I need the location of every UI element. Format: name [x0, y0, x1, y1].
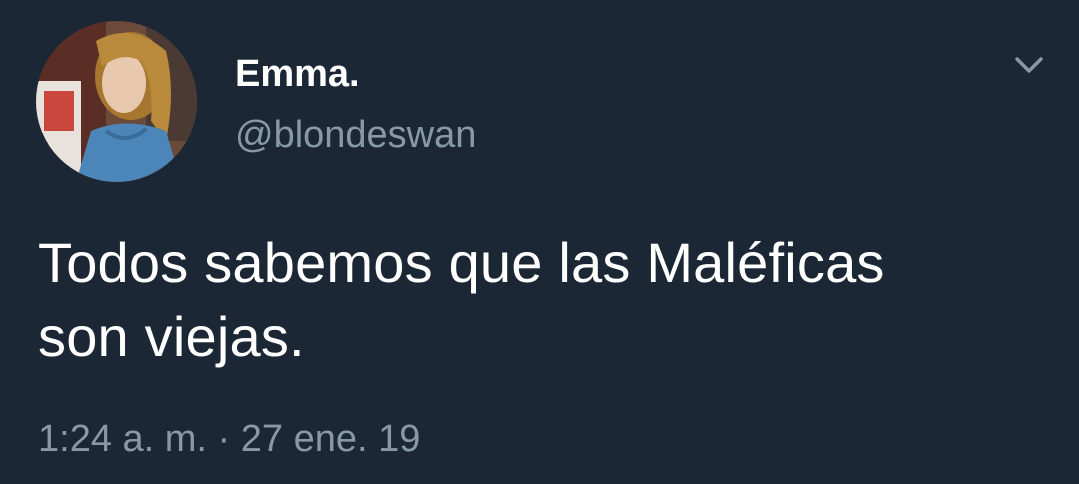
tweet-menu-button[interactable]: [1006, 48, 1052, 82]
tweet-text-line-2: son viejas.: [38, 305, 305, 368]
chevron-down-icon: [1015, 57, 1043, 73]
tweet-timestamp[interactable]: 1:24 a. m. · 27 ene. 19: [38, 420, 420, 458]
user-handle[interactable]: @blondeswan: [235, 116, 476, 154]
display-name[interactable]: Emma.: [235, 55, 360, 93]
profile-photo-icon: [36, 21, 197, 182]
tweet-text-line-1: Todos sabemos que las Maléficas: [38, 231, 885, 294]
tweet-card: Emma. @blondeswan Todos sabemos que las …: [0, 0, 1079, 484]
tweet-text: Todos sabemos que las Maléficas son viej…: [38, 226, 1058, 374]
avatar[interactable]: [36, 21, 197, 182]
